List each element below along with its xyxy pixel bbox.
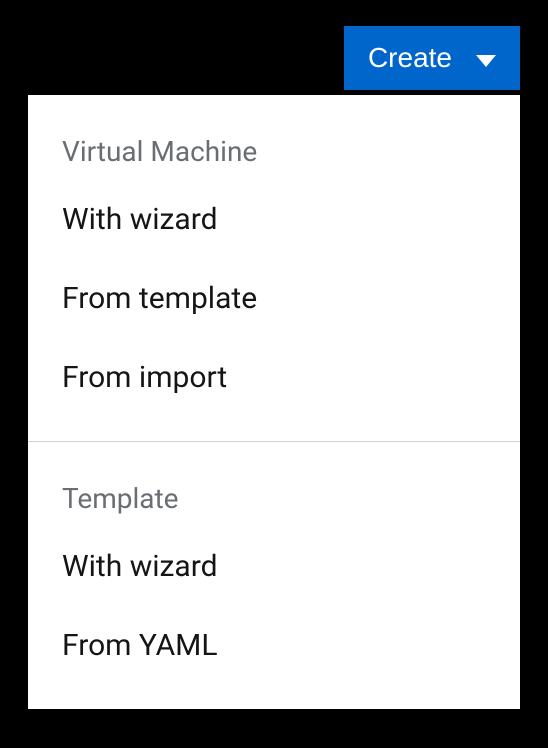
menu-item-vm-from-import[interactable]: From import (28, 338, 520, 417)
section-header-template: Template (28, 466, 520, 527)
menu-section-virtual-machine: Virtual Machine With wizard From templat… (28, 95, 520, 441)
create-button[interactable]: Create (344, 26, 520, 90)
menu-item-vm-from-template[interactable]: From template (28, 259, 520, 338)
caret-down-icon (476, 42, 496, 74)
create-button-label: Create (368, 42, 452, 74)
section-header-virtual-machine: Virtual Machine (28, 119, 520, 180)
menu-item-template-from-yaml[interactable]: From YAML (28, 606, 520, 685)
create-dropdown-menu: Virtual Machine With wizard From templat… (28, 95, 520, 709)
menu-item-template-with-wizard[interactable]: With wizard (28, 527, 520, 606)
menu-section-template: Template With wizard From YAML (28, 442, 520, 709)
menu-item-vm-with-wizard[interactable]: With wizard (28, 180, 520, 259)
